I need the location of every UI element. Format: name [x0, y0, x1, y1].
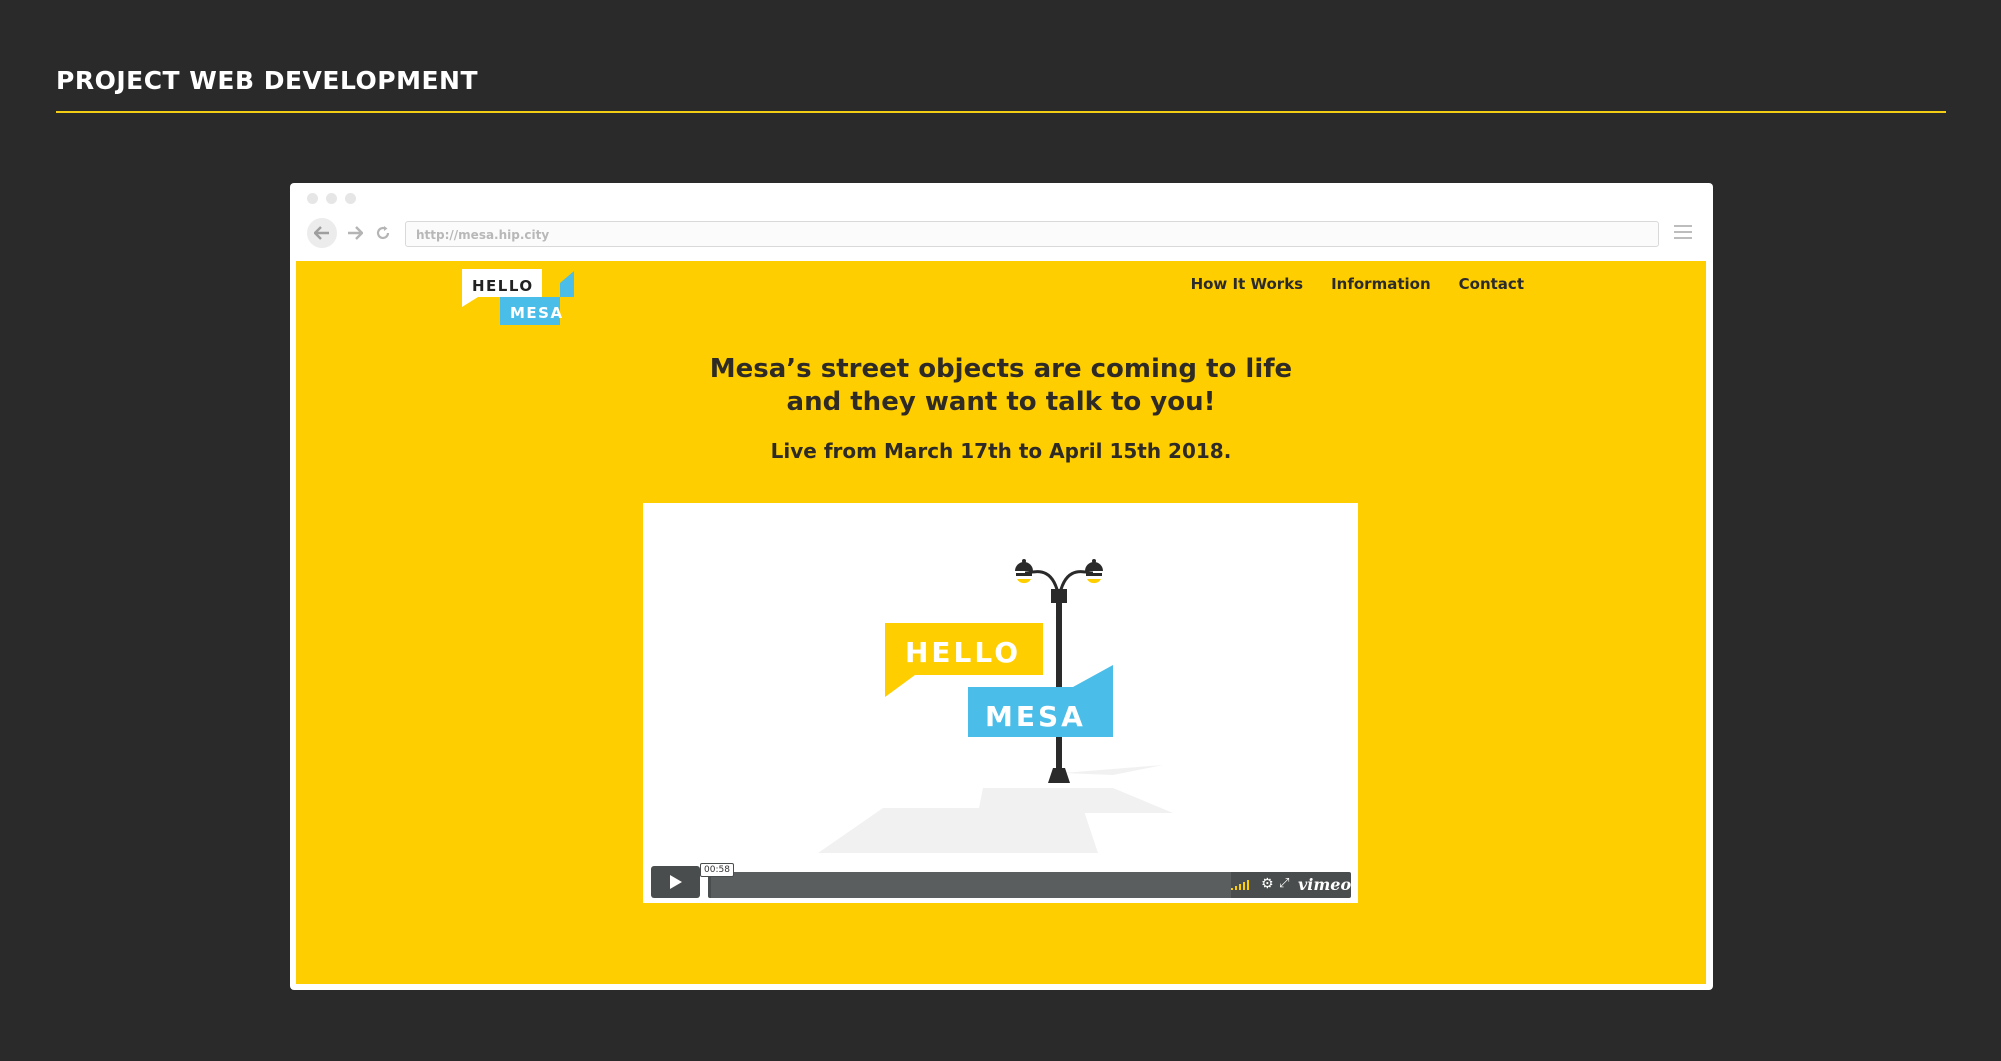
- headline-line-2: and they want to talk to you!: [786, 387, 1216, 417]
- fullscreen-icon[interactable]: ⤢: [1279, 876, 1289, 891]
- shadow-shape: [818, 808, 1098, 853]
- hero-headline: Mesa’s street objects are coming to life…: [296, 353, 1706, 419]
- progress-track[interactable]: [711, 872, 1231, 898]
- title-divider: [56, 111, 1946, 113]
- video-hello-text: HELLO: [905, 636, 1021, 669]
- play-icon: [669, 875, 682, 889]
- minimize-dot[interactable]: [326, 193, 337, 204]
- hero-date-line: Live from March 17th to April 15th 2018.: [770, 439, 1232, 463]
- nav-how-it-works[interactable]: How It Works: [1191, 275, 1304, 293]
- nav-contact[interactable]: Contact: [1459, 275, 1524, 293]
- address-bar[interactable]: http://mesa.hip.city: [405, 221, 1659, 247]
- time-tooltip: 00:58: [700, 863, 734, 877]
- forward-arrow-icon[interactable]: [342, 220, 368, 246]
- video-progress-bar[interactable]: ⚙ ⤢ vimeo: [708, 872, 1351, 898]
- page-title: PROJECT WEB DEVELOPMENT: [56, 66, 479, 95]
- video-player[interactable]: HELLO MESA ⚙ ⤢ vimeo 00:58: [643, 503, 1358, 903]
- video-mesa-text: MESA: [985, 700, 1086, 733]
- play-button[interactable]: [651, 866, 700, 898]
- vimeo-logo[interactable]: vimeo: [1298, 875, 1351, 894]
- logo-mesa-text: MESA: [510, 304, 564, 322]
- settings-gear-icon[interactable]: ⚙: [1261, 876, 1274, 892]
- headline-line-1: Mesa’s street objects are coming to life: [709, 354, 1293, 384]
- logo-hello-text: HELLO: [472, 277, 534, 295]
- website-viewport: HELLO MESA How It Works Information Cont…: [296, 261, 1706, 984]
- window-controls: [307, 193, 356, 204]
- close-dot[interactable]: [307, 193, 318, 204]
- shadow-shape: [978, 788, 1173, 813]
- reload-icon[interactable]: [370, 220, 396, 246]
- video-thumbnail: HELLO MESA: [818, 559, 1173, 853]
- site-nav: How It Works Information Contact: [1191, 275, 1524, 293]
- nav-information[interactable]: Information: [1331, 275, 1431, 293]
- back-arrow-icon[interactable]: [307, 218, 337, 248]
- hamburger-menu-icon[interactable]: [1674, 225, 1692, 243]
- maximize-dot[interactable]: [345, 193, 356, 204]
- volume-icon[interactable]: [1231, 880, 1251, 890]
- hello-mesa-logo[interactable]: HELLO MESA: [460, 267, 576, 329]
